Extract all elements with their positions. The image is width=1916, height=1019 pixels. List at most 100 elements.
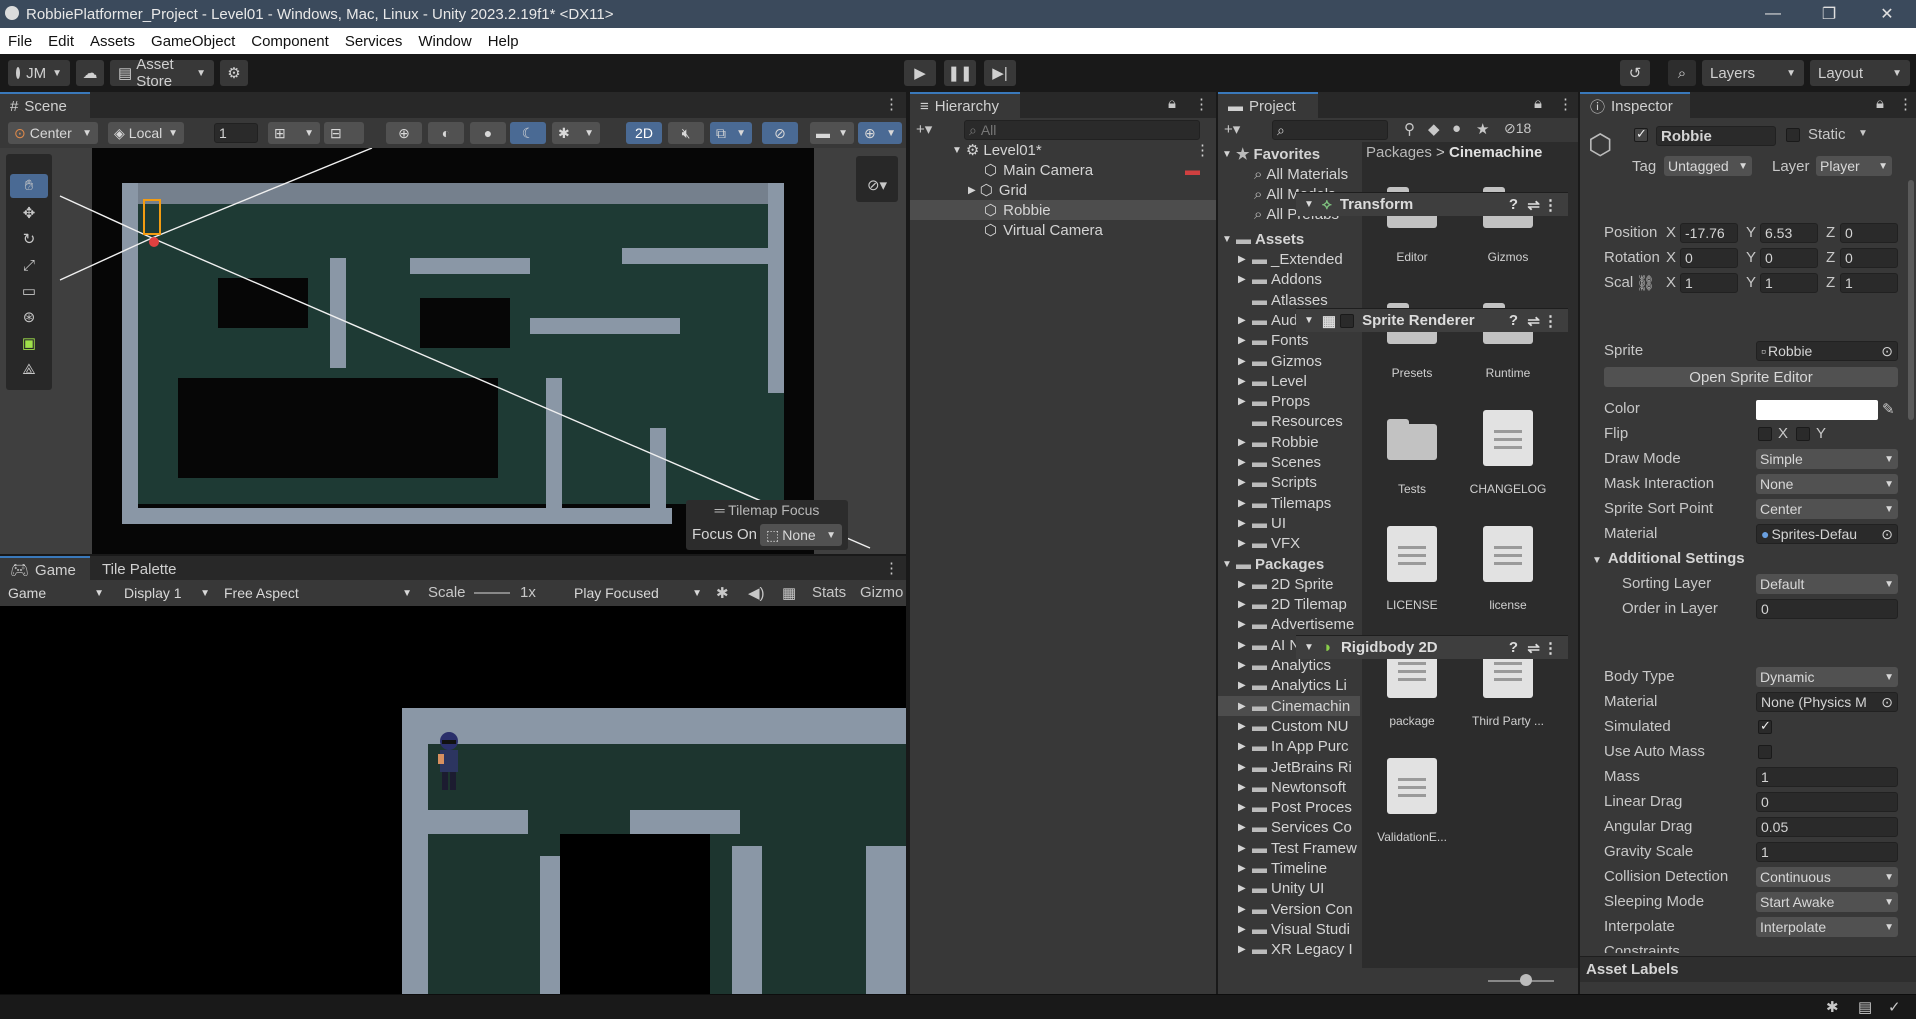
kebab-menu-icon[interactable]: ⋮ <box>1543 196 1558 214</box>
sprite-field[interactable]: ▫ Robbie ⊙ <box>1756 341 1898 361</box>
package-folder[interactable]: ▶ ▬ Cinemachin <box>1218 696 1360 717</box>
constrain-proportions-icon[interactable]: ⛓ <box>1636 274 1655 292</box>
play-button[interactable]: ▶ <box>904 60 936 86</box>
asset-folder-item[interactable]: Tests <box>1364 410 1460 510</box>
kebab-menu-icon[interactable]: ⋮ <box>884 559 899 577</box>
gizmos-button[interactable]: Gizmo <box>860 584 903 601</box>
menu-item-component[interactable]: Component <box>243 33 337 50</box>
kebab-menu-icon[interactable]: ⋮ <box>1543 312 1558 330</box>
lit-button[interactable]: ● <box>470 122 506 144</box>
sprite-renderer-header[interactable]: ▼ ▦ Sprite Renderer? ⇌ ⋮ <box>1296 308 1568 332</box>
stats-button[interactable]: Stats <box>812 584 846 601</box>
object-picker-icon[interactable]: ⊙ <box>1881 526 1893 543</box>
display-dropdown[interactable]: Display 1 ▼ <box>118 582 216 604</box>
menu-item-edit[interactable]: Edit <box>40 33 82 50</box>
project-search-input[interactable]: ⌕ <box>1272 120 1388 140</box>
debug-mode-icon[interactable]: ✱ <box>1826 998 1839 1016</box>
package-folder[interactable]: ▶ ▬ Test Framew <box>1218 838 1360 858</box>
position-z-field[interactable]: 0 <box>1840 223 1898 243</box>
menu-item-gameobject[interactable]: GameObject <box>143 33 243 50</box>
package-folder[interactable]: ▶ ▬ Visual Studi <box>1218 919 1360 939</box>
maximize-button[interactable]: ❐ <box>1806 0 1852 28</box>
effects-dropdown[interactable]: ⧉ ▼ <box>710 122 752 144</box>
material-field[interactable]: ● Sprites-Defau ⊙ <box>1756 524 1898 544</box>
package-folder[interactable]: ▶ ▬ 2D Sprite <box>1218 574 1360 594</box>
tab-game[interactable]: 🎮︎ Game <box>0 556 90 582</box>
rotation-z-field[interactable]: 0 <box>1840 248 1898 268</box>
package-folder[interactable]: ▶ ▬ Post Proces <box>1218 798 1360 818</box>
static-checkbox[interactable] <box>1786 128 1800 142</box>
debug-dropdown[interactable]: ✱ ▼ <box>552 122 600 144</box>
star-icon[interactable]: ★ <box>1476 120 1489 138</box>
package-folder[interactable]: ▶ ▬ Version Con <box>1218 899 1360 919</box>
menu-item-services[interactable]: Services <box>337 33 411 50</box>
transform-header[interactable]: ▼ ⟡ Transform? ⇌ ⋮ <box>1296 192 1568 216</box>
body-type-dropdown[interactable]: Dynamic ▼ <box>1756 667 1898 687</box>
package-folder[interactable]: ▶ ▬ 2D Tilemap <box>1218 595 1360 615</box>
help-icon[interactable]: ? <box>1509 196 1518 213</box>
layer-dropdown[interactable]: Player ▼ <box>1816 156 1892 176</box>
eyedropper-icon[interactable]: ✎ <box>1882 400 1895 418</box>
layers-dropdown[interactable]: Layers ▼ <box>1702 60 1804 86</box>
asset-file-item[interactable]: license <box>1460 526 1556 626</box>
increment-snap-dropdown[interactable]: ⊟ <box>324 122 364 144</box>
scale-y-field[interactable]: 1 <box>1760 273 1818 293</box>
layout-dropdown[interactable]: Layout ▼ <box>1810 60 1910 86</box>
packages-header[interactable]: ▼ ▬ Packages <box>1218 554 1360 574</box>
rotation-y-field[interactable]: 0 <box>1760 248 1818 268</box>
asset-folder[interactable]: ▶ ▬ Robbie <box>1218 432 1360 452</box>
shading-button[interactable]: ◐ <box>428 122 464 144</box>
lock-icon[interactable]: 🔒︎ <box>1876 95 1884 112</box>
visibility-toggle[interactable]: ⊘ <box>762 122 798 144</box>
filter-type-icon[interactable]: ⚲ <box>1404 120 1415 138</box>
tab-scene[interactable]: # Scene <box>0 92 90 118</box>
simulated-checkbox[interactable]: ✓ <box>1758 718 1772 734</box>
search-button[interactable]: ⌕ <box>1668 60 1696 86</box>
package-folder[interactable]: ▶ ▬ Analytics Li <box>1218 676 1360 696</box>
angular-drag-field[interactable]: 0.05 <box>1756 817 1898 837</box>
package-folder[interactable]: ▶ ▬ Services Co <box>1218 818 1360 838</box>
menu-item-help[interactable]: Help <box>480 33 527 50</box>
history-button[interactable]: ↺ <box>1620 60 1650 86</box>
package-folder[interactable]: ▶ ▬ XR Legacy I <box>1218 940 1360 960</box>
edit-collider-button[interactable]: ⟁ <box>10 358 48 382</box>
collision-detection-dropdown[interactable]: Continuous ▼ <box>1756 867 1898 887</box>
rigidbody-header[interactable]: ▼ ◑ Rigidbody 2D? ⇌ ⋮ <box>1296 635 1568 659</box>
pause-button[interactable]: ❚❚ <box>944 60 976 86</box>
sorting-layer-dropdown[interactable]: Default ▼ <box>1756 574 1898 594</box>
package-folder[interactable]: ▶ ▬ Advertiseme <box>1218 615 1360 635</box>
asset-folder[interactable]: ▶ ▬ Props <box>1218 392 1360 412</box>
game-viewport[interactable] <box>0 606 906 994</box>
hierarchy-item-selected[interactable]: ⬡ Robbie <box>984 200 1216 220</box>
asset-folder[interactable]: ▶ ▬ Addons <box>1218 270 1360 290</box>
cache-server-icon[interactable]: ▤ <box>1858 998 1872 1016</box>
gizmos-dropdown[interactable]: ⊕ ▼ <box>858 122 902 144</box>
grid-snapping-dropdown[interactable]: ⊞ ▼ <box>268 122 320 144</box>
focus-on-dropdown[interactable]: ⬚ None ▼ <box>760 524 842 546</box>
menu-item-file[interactable]: File <box>0 33 40 50</box>
interpolate-dropdown[interactable]: Interpolate ▼ <box>1756 917 1898 937</box>
scale-tool-button[interactable]: ⤢ <box>10 254 48 278</box>
breadcrumb-root[interactable]: Packages <box>1366 144 1432 161</box>
kebab-menu-icon[interactable]: ⋮ <box>1898 95 1913 113</box>
asset-folder[interactable]: ▶ ▬ Gizmos <box>1218 351 1360 371</box>
check-circle-icon[interactable]: ✓ <box>1888 998 1901 1016</box>
tag-dropdown[interactable]: Untagged ▼ <box>1664 156 1752 176</box>
rect-tool-button[interactable]: ▭ <box>10 280 48 304</box>
flip-x-checkbox[interactable] <box>1758 427 1772 441</box>
kebab-menu-icon[interactable]: ⋮ <box>1195 141 1210 159</box>
kebab-menu-icon[interactable]: ⋮ <box>1558 95 1573 113</box>
open-sprite-editor-button[interactable]: Open Sprite Editor <box>1604 367 1898 387</box>
draw-mode-button[interactable]: ⊕ <box>386 122 422 144</box>
component-enabled-checkbox[interactable] <box>1340 313 1355 328</box>
play-focused-dropdown[interactable]: Play Focused ▼ <box>568 582 708 604</box>
2d-toggle[interactable]: 2D <box>626 122 662 144</box>
camera-dropdown[interactable]: ▬ ▼ <box>810 122 854 144</box>
grid-snap-field[interactable]: 1 <box>214 123 258 143</box>
asset-folder[interactable]: ▶ ▬ Scenes <box>1218 453 1360 473</box>
asset-folder[interactable]: ▶ ▬ Scripts <box>1218 473 1360 493</box>
hidden-packages-toggle[interactable]: ⊘18 <box>1504 120 1531 137</box>
breadcrumb-current[interactable]: Cinemachine <box>1449 144 1542 161</box>
asset-file-item[interactable]: LICENSE <box>1364 526 1460 626</box>
hierarchy-item[interactable]: ⬡ Virtual Camera <box>984 220 1216 240</box>
